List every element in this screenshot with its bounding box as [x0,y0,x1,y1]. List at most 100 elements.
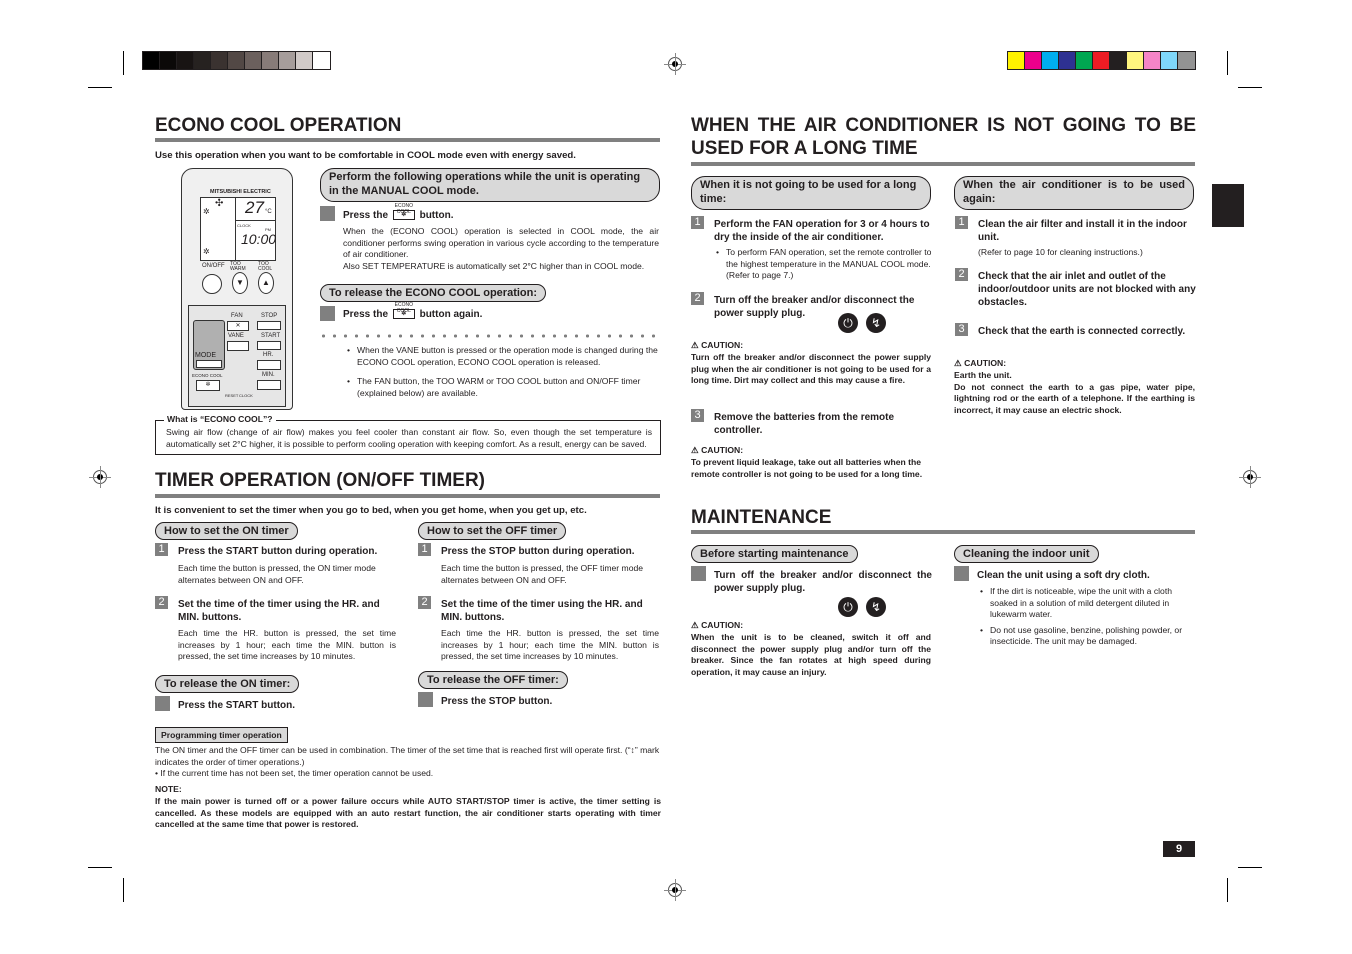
color-swatch [313,52,330,69]
off-step1-body: Each time the button is pressed, the OFF… [441,563,644,585]
not-used-step3: Remove the batteries from the remote con… [714,412,895,436]
section-rule [691,162,1195,166]
too-cool-label: TOO COOL [258,261,273,272]
clock-label: CLOCK [239,393,253,398]
crop-mark [1227,51,1228,75]
econo-cool-button[interactable]: ✲ [196,380,220,391]
color-swatch [1025,52,1042,69]
timer-title: TIMER OPERATION (ON/OFF TIMER) [155,470,486,491]
econo-note: When the VANE button is pressed or the o… [345,345,659,368]
econo-cool-title: ECONO COOL OPERATION [155,115,402,136]
on-off-button[interactable] [202,274,222,294]
color-swatch [228,52,245,69]
used-again-step1: Clean the air filter and install it in t… [978,219,1187,243]
section-rule [691,530,1195,534]
step-number: 2 [418,596,431,609]
color-swatch [1093,52,1110,69]
step-number: 1 [691,216,704,229]
reset-label: RESET [225,393,239,398]
step-marker [320,306,335,321]
color-swatch [143,52,160,69]
step-number: 3 [955,323,968,336]
start-button[interactable] [257,341,281,350]
not-used-step2: Turn off the breaker and/or disconnect t… [714,295,915,319]
lcd-temp: 27 [245,198,264,217]
caution-body: To prevent liquid leakage, take out all … [691,457,923,479]
too-cool-button[interactable]: ▲ [258,272,274,294]
econo-note: The FAN button, the TOO WARM or TOO COOL… [345,376,659,399]
on-step1-body: Each time the button is pressed, the ON … [178,563,376,585]
color-swatch [296,52,313,69]
hr-button[interactable] [257,360,281,370]
used-again-step2: Check that the air inlet and outlet of t… [978,271,1196,308]
note-label: NOTE: [155,784,182,794]
color-swatch [1161,52,1178,69]
crop-mark [123,51,124,75]
color-swatch [1059,52,1076,69]
start-btn-label: START [261,333,281,339]
off-timer-pill: How to set the OFF timer [418,522,567,540]
plug-icons: ⏻ ↯ [830,313,886,333]
programming-timer-body: The ON timer and the OFF timer can be us… [155,745,660,767]
page-number: 9 [1163,841,1195,857]
mode-button[interactable] [196,360,222,368]
gray-color-bar [142,51,331,70]
section-rule [155,494,660,498]
econo-cool-icon: ✲ [203,207,210,216]
dotted-divider [318,334,660,338]
what-is-econo-box: What is “ECONO COOL”? Swing air flow (ch… [155,414,661,455]
hr-btn-label: HR. [263,352,274,358]
cleaning-step: Clean the unit using a soft dry cloth. [977,570,1150,581]
vane-button[interactable] [227,341,249,351]
econo-cool-btn-label: ECONO COOL [192,373,223,378]
caution-heading: ⚠ CAUTION: [954,358,1007,368]
release-off-step: Press the STOP button. [441,696,553,707]
release-on-step: Press the START button. [178,700,296,711]
color-swatch [279,52,296,69]
maintenance-title: MAINTENANCE [691,507,832,528]
cmyk-color-bar [1007,51,1196,70]
cleaning-indoor-pill: Cleaning the indoor unit [954,545,1099,563]
crop-mark [88,87,112,88]
econo-cool-icon: ✲ [203,247,210,256]
release-on-timer-pill: To release the ON timer: [155,675,300,693]
what-is-body: Swing air flow (change of air flow) make… [166,427,652,449]
caution-body: When the unit is to be cleaned, switch i… [691,632,931,677]
what-is-title: What is “ECONO COOL”? [164,414,276,426]
unplug-icon: ⏻ [838,313,858,333]
econo-cool-lead: Use this operation when you want to be c… [155,150,576,161]
min-button[interactable] [257,380,281,390]
used-again-step1-note: (Refer to page 10 for cleaning instructi… [978,247,1143,257]
mode-label: MODE [195,352,216,359]
caution-heading: ⚠ CAUTION: [691,340,744,350]
fan-icon: ✣ [215,198,224,209]
color-swatch [1110,52,1127,69]
lcd-clock-label: CLOCK [237,223,251,228]
breaker-off-icon: ↯ [866,313,886,333]
on-step2: Set the time of the timer using the HR. … [178,599,380,623]
step-number: 1 [955,216,968,229]
caution-heading: ⚠ CAUTION: [691,620,744,630]
section-rule [155,138,660,142]
off-step2-body: Each time the HR. button is pressed, the… [441,628,659,662]
too-warm-button[interactable]: ▼ [232,272,248,294]
caution-body: Turn off the breaker and/or disconnect t… [691,352,931,386]
cleaning-bullets: If the dirt is noticeable, wipe the unit… [978,586,1196,652]
color-swatch [1178,52,1195,69]
on-step2-body: Each time the HR. button is pressed, the… [178,628,396,662]
registration-mark-icon [664,879,686,901]
off-step2: Set the time of the timer using the HR. … [441,599,643,623]
long-time-title: WHEN THE AIR CONDITIONER IS NOT GOING TO… [691,115,1196,159]
step-number: 3 [691,409,704,422]
release-econo-step: Press the ECONO COOL ✲ button again. [343,302,483,320]
lcd-temp-unit: °C [265,209,272,215]
stop-button[interactable] [257,321,281,330]
lcd-time: 10:00 [241,231,277,247]
vane-btn-label: VANE [228,333,244,339]
off-step1: Press the STOP button during operation. [441,546,635,557]
fan-button[interactable]: ✕ [227,321,249,331]
manual-cool-pill: Perform the following operations while t… [320,168,660,202]
remote-lcd: 27 °C CLOCK PM 10:00 ✣ ✲ ✲ [200,197,276,261]
crop-mark [88,867,112,868]
step-marker [155,696,170,711]
